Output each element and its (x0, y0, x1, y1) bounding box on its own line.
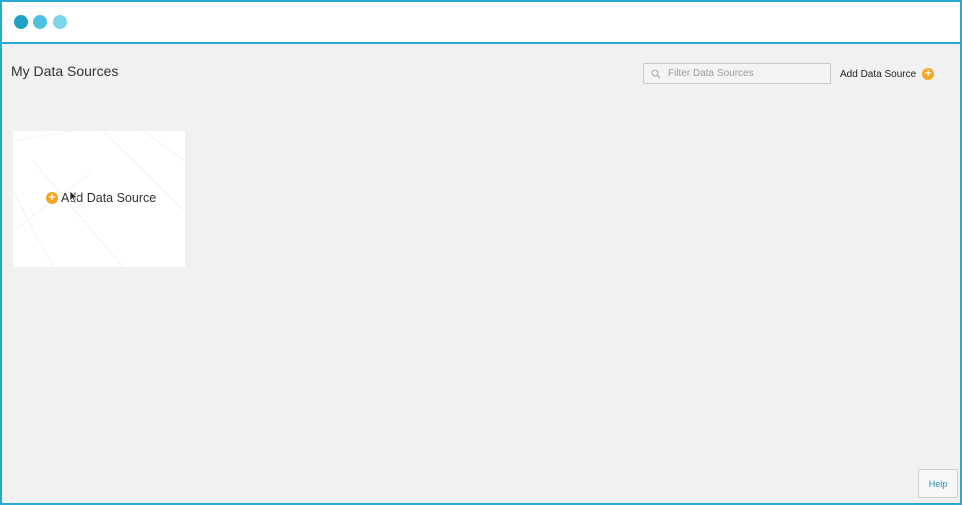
search-icon (646, 64, 666, 83)
mouse-cursor-icon (69, 190, 79, 204)
app-window: My Data Sources Add Data Source + + Add … (0, 0, 962, 505)
add-data-source-card[interactable]: + Add Data Source (13, 131, 185, 267)
window-control-dot-2[interactable] (33, 15, 47, 29)
page-title: My Data Sources (11, 63, 119, 79)
card-content: + Add Data Source (46, 191, 156, 205)
window-control-dot-1[interactable] (14, 15, 28, 29)
help-label: Help (928, 478, 948, 489)
help-button[interactable]: Help (918, 469, 958, 498)
plus-circle-icon: + (46, 192, 58, 204)
filter-data-sources-field[interactable] (643, 63, 831, 84)
add-data-source-label: Add Data Source (840, 68, 917, 80)
plus-circle-icon: + (922, 68, 935, 80)
title-bar (2, 2, 960, 44)
add-data-source-button[interactable]: Add Data Source + (840, 66, 935, 82)
filter-input[interactable] (666, 64, 826, 83)
window-control-dot-3[interactable] (53, 15, 67, 29)
